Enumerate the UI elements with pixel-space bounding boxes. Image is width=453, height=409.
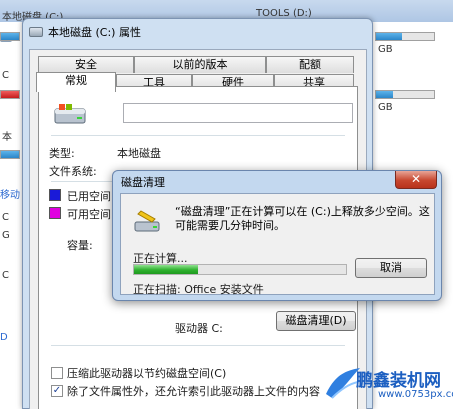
side-text-1: C	[2, 70, 9, 81]
filesystem-label: 文件系统:	[49, 165, 97, 178]
cancel-button[interactable]: 取消	[355, 258, 427, 278]
watermark-title: 鹏鑫装机网	[356, 371, 441, 391]
site-watermark: 鹏鑫装机网 www.0753px.com	[322, 364, 453, 409]
drive-name-input[interactable]	[123, 103, 353, 123]
drive-c-label: 驱动器 C:	[175, 322, 223, 335]
used-space-swatch	[49, 189, 61, 201]
tab-security[interactable]: 安全	[38, 56, 134, 73]
gb-text-bg-2: GB	[378, 102, 393, 113]
side-text-3[interactable]: 移动	[0, 186, 20, 201]
capacity-label: 容量:	[67, 239, 93, 252]
index-content-row[interactable]: ✓ 除了文件属性外，还允许索引此驱动器上文件的内容	[51, 383, 320, 399]
usage-bar-bg-3	[0, 150, 20, 159]
properties-title: 本地磁盘 (C:) 属性	[48, 26, 141, 39]
usage-bar-bg	[0, 32, 20, 41]
watermark-url: www.0753px.com	[378, 389, 453, 400]
properties-title-bar: 本地磁盘 (C:) 属性	[29, 23, 141, 41]
local-disk-icon	[54, 104, 86, 124]
tab-general[interactable]: 常规	[36, 72, 116, 92]
tab-previous-versions[interactable]: 以前的版本	[134, 56, 266, 73]
scanning-label: 正在扫描: Office 安装文件	[133, 283, 264, 296]
compress-drive-row[interactable]: 压缩此驱动器以节约磁盘空间(C)	[51, 365, 226, 381]
gb-text-bg: GB	[378, 44, 393, 55]
index-label: 除了文件属性外，还允许索引此驱动器上文件的内容	[67, 385, 320, 398]
divider	[51, 135, 345, 136]
free-space-swatch	[49, 207, 61, 219]
type-label: 类型:	[49, 147, 75, 160]
used-space-label: 已用空间	[67, 190, 111, 203]
free-space-label: 可用空间	[67, 208, 111, 221]
divider	[51, 345, 345, 346]
side-text-5: G	[2, 230, 10, 241]
side-text-2: 本	[2, 132, 12, 143]
cleanup-title: 磁盘清理	[121, 176, 165, 189]
disk-cleanup-button[interactable]: 磁盘清理(D)	[276, 311, 356, 331]
index-checkbox[interactable]: ✓	[51, 385, 63, 397]
usage-bar-bg-right	[375, 32, 435, 41]
type-value: 本地磁盘	[117, 147, 161, 160]
usage-bar-bg-right-2	[375, 90, 435, 99]
side-text-4: C	[2, 212, 9, 223]
hard-drive-icon	[29, 27, 43, 37]
cleanup-progress-bar	[133, 264, 347, 275]
close-button[interactable]: ✕	[395, 171, 437, 189]
tab-quota[interactable]: 配额	[266, 56, 354, 73]
usage-bar-bg-red	[0, 90, 20, 99]
cleanup-body: “磁盘清理”正在计算可以在 (C:)上释放多少空间。这可能需要几分钟时间。 正在…	[120, 193, 435, 296]
disk-cleanup-dialog: 磁盘清理 ✕ “磁盘清理”正在计算可以在 (C:)上释放多少空间。这可能需要几分…	[112, 170, 442, 301]
side-text-7: D	[0, 332, 8, 343]
side-text-6: C	[2, 270, 9, 281]
disk-cleanup-icon	[134, 210, 160, 232]
cleanup-message: “磁盘清理”正在计算可以在 (C:)上释放多少空间。这可能需要几分钟时间。	[175, 205, 430, 232]
compress-label: 压缩此驱动器以节约磁盘空间(C)	[67, 367, 227, 380]
compress-checkbox[interactable]	[51, 367, 63, 379]
progress-fill	[134, 265, 198, 274]
